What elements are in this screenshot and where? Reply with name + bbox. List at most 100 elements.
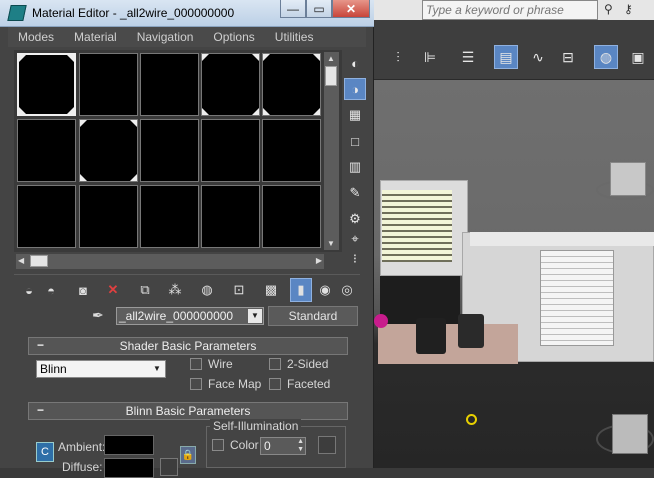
pivot-gizmo-icon[interactable] (466, 414, 477, 425)
checkbox[interactable] (269, 378, 281, 390)
material-name-field[interactable]: _all2wire_000000000 ▼ (116, 307, 264, 325)
material-editor-icon[interactable]: ◍ (594, 45, 618, 69)
sample-slot[interactable] (201, 119, 260, 182)
make-preview-icon[interactable]: ✎ (344, 182, 366, 204)
schematic-view-icon[interactable]: ⊟ (556, 45, 580, 69)
checkbox[interactable] (190, 358, 202, 370)
mirror-icon[interactable]: ⫶ (386, 45, 410, 69)
scroll-down-icon[interactable]: ▼ (327, 239, 335, 248)
get-material-icon[interactable]: ◒ (18, 278, 40, 302)
blinn-rollout-header[interactable]: − Blinn Basic Parameters (28, 402, 348, 420)
collapse-icon[interactable]: − (37, 338, 44, 352)
material-type-button[interactable]: Standard (268, 306, 358, 326)
collapse-icon[interactable]: − (37, 403, 44, 417)
assign-to-selection-icon[interactable]: ◙ (72, 278, 94, 302)
menu-material[interactable]: Material (64, 27, 127, 47)
shader-type-select[interactable]: Blinn ▼ (36, 360, 166, 378)
options-icon[interactable]: ⚙ (344, 208, 366, 230)
self-illum-map-button[interactable] (318, 436, 336, 454)
close-button[interactable]: ✕ (332, 0, 370, 18)
sample-slot[interactable] (79, 53, 138, 116)
put-to-scene-icon[interactable]: ◓ (40, 278, 62, 302)
face-map-checkbox[interactable]: Face Map (190, 377, 261, 391)
slots-horizontal-scrollbar[interactable]: ◀ ▶ (16, 254, 324, 269)
shader-rollout-header[interactable]: − Shader Basic Parameters (28, 337, 348, 355)
select-by-material-icon[interactable]: ⌖ (344, 228, 366, 250)
sample-slot[interactable] (79, 119, 138, 182)
sample-slot[interactable] (140, 185, 199, 248)
spinner-arrows-icon[interactable]: ▲ ▼ (297, 438, 304, 454)
menu-navigation[interactable]: Navigation (127, 27, 204, 47)
self-illum-color-checkbox[interactable]: Color (212, 438, 259, 452)
chair-object (416, 318, 446, 354)
minimize-button[interactable]: — (280, 0, 306, 18)
sample-slot[interactable] (17, 53, 76, 116)
diffuse-color-swatch[interactable] (104, 458, 154, 478)
self-illum-value-spinner[interactable]: 0 ▲ ▼ (260, 437, 306, 455)
sample-slot[interactable] (262, 185, 321, 248)
checkbox[interactable] (269, 358, 281, 370)
sample-slot[interactable] (140, 53, 199, 116)
garage-door (540, 250, 614, 346)
make-unique-icon[interactable]: ⁂ (164, 278, 186, 302)
material-toolbar: ◒ ◓ ◙ ✕ ⧉ ⁂ ◍ ⊡ ▩ ▮ ◉ ◎ (16, 278, 366, 304)
scene-explorer-icon[interactable]: ▤ (494, 45, 518, 69)
scroll-up-icon[interactable]: ▲ (327, 54, 335, 63)
binoculars-icon[interactable]: ⚲ (604, 2, 613, 16)
go-to-parent-icon[interactable]: ◉ (314, 278, 336, 302)
background-checker-icon[interactable]: ▦ (344, 104, 366, 126)
diffuse-map-button[interactable] (160, 458, 178, 476)
scroll-thumb[interactable] (30, 255, 48, 267)
sample-type-icon[interactable]: ◐ (344, 52, 366, 74)
sample-slot[interactable] (17, 185, 76, 248)
chevron-down-icon[interactable]: ▼ (151, 363, 163, 375)
search-input[interactable]: Type a keyword or phrase (422, 0, 598, 20)
sample-slot[interactable] (140, 119, 199, 182)
scroll-right-icon[interactable]: ▶ (316, 256, 322, 265)
lock-icon[interactable]: 🔒 (180, 446, 196, 464)
checkbox[interactable] (190, 378, 202, 390)
sample-slot[interactable] (201, 185, 260, 248)
make-copy-icon[interactable]: ⧉ (134, 278, 156, 302)
menu-modes[interactable]: Modes (8, 27, 64, 47)
show-shaded-material-icon[interactable]: ▩ (260, 278, 282, 302)
title-bar[interactable]: Material Editor - _all2wire_000000000 — … (0, 0, 374, 27)
viewcube[interactable] (610, 162, 646, 196)
lock-ambient-diffuse-button[interactable]: C (36, 442, 54, 462)
sample-slot[interactable] (79, 185, 138, 248)
faceted-checkbox[interactable]: Faceted (269, 377, 330, 391)
scroll-thumb[interactable] (325, 66, 337, 86)
material-id-channel-icon[interactable]: ⊡ (228, 278, 250, 302)
chevron-down-icon[interactable]: ▼ (248, 309, 262, 323)
sample-slot[interactable] (262, 119, 321, 182)
backlight-icon[interactable]: ◑ (344, 78, 366, 100)
two-sided-checkbox[interactable]: 2-Sided (269, 357, 328, 371)
video-color-check-icon[interactable]: ▥ (344, 156, 366, 178)
sample-slot[interactable] (262, 53, 321, 116)
sample-slot[interactable] (17, 119, 76, 182)
sample-slots (14, 50, 342, 252)
viewcube[interactable] (612, 414, 648, 454)
material-map-navigator-icon[interactable]: ⁝ (344, 248, 366, 270)
maximize-button[interactable]: ▭ (306, 0, 332, 18)
sample-slot[interactable] (201, 53, 260, 116)
eyedropper-icon[interactable]: ✒ (92, 307, 108, 327)
slots-vertical-scrollbar[interactable]: ▲ ▼ (324, 52, 339, 250)
reset-map-icon[interactable]: ✕ (102, 278, 124, 302)
rollout-title: Blinn Basic Parameters (125, 404, 251, 418)
curve-editor-icon[interactable]: ∿ (526, 45, 550, 69)
menu-utilities[interactable]: Utilities (265, 27, 324, 47)
align-icon[interactable]: ⊫ (418, 45, 442, 69)
layer-manager-icon[interactable]: ☰ (456, 45, 480, 69)
scroll-left-icon[interactable]: ◀ (18, 256, 24, 265)
show-end-result-icon[interactable]: ▮ (290, 278, 312, 302)
key-icon[interactable]: ⚷ (624, 2, 633, 16)
menu-options[interactable]: Options (203, 27, 264, 47)
checkbox[interactable] (212, 439, 224, 451)
go-forward-to-sibling-icon[interactable]: ◎ (336, 278, 358, 302)
wire-checkbox[interactable]: Wire (190, 357, 233, 371)
render-setup-icon[interactable]: ▣ (626, 45, 650, 69)
ambient-color-swatch[interactable] (104, 435, 154, 455)
put-to-library-icon[interactable]: ◍ (196, 278, 218, 302)
uv-tiling-icon[interactable]: □ (344, 130, 366, 152)
